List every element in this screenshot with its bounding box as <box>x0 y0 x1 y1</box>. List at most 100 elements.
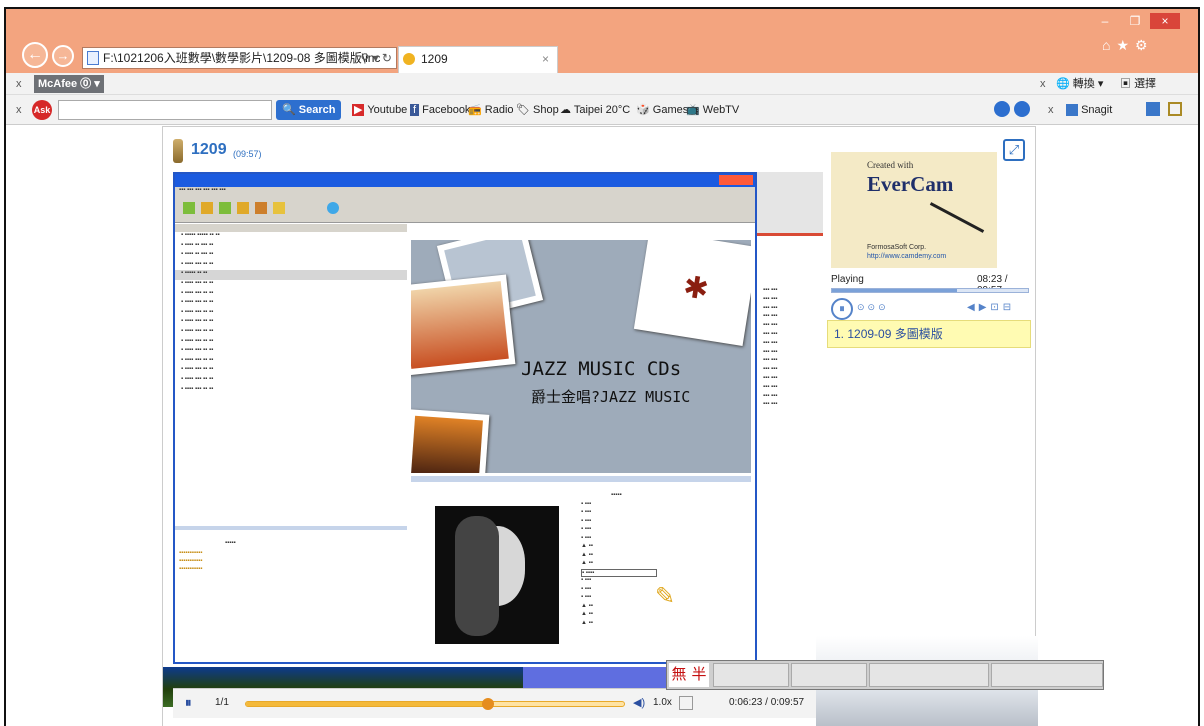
evercam-url: http://www.camdemy.com <box>867 253 947 260</box>
jazz-title: JAZZ MUSIC CDs <box>521 358 682 380</box>
ask-search-input[interactable] <box>58 100 272 120</box>
inner-toolbar <box>175 197 755 223</box>
link-games[interactable]: 🎲 Games <box>636 101 688 119</box>
inner-tool-icon <box>237 202 249 214</box>
link-shop[interactable]: 🏷 Shop <box>516 101 559 119</box>
playing-status: Playing <box>831 274 864 285</box>
add-icon[interactable] <box>994 101 1010 117</box>
toolbar2-right-close-icon[interactable]: x <box>1048 101 1054 119</box>
forward-button[interactable]: → <box>52 45 74 67</box>
progress-knob[interactable] <box>481 698 494 710</box>
play-pause-button[interactable]: ⏸ <box>185 695 192 711</box>
volume-icon[interactable]: ◀) <box>633 696 645 709</box>
restore-button[interactable]: ❐ <box>1120 13 1150 29</box>
file-list-header <box>175 224 407 232</box>
side-progress-bar[interactable] <box>831 288 1029 293</box>
select-button[interactable]: ▣ 選擇 <box>1120 75 1156 93</box>
address-text: F:\1021206入班數學\數學影片\1209-08 多圖模版\inc <box>103 51 381 65</box>
link-radio[interactable]: 📻 Radio <box>468 101 514 119</box>
toolbar-close-icon[interactable]: x <box>16 75 22 93</box>
link-youtube-label: Youtube <box>367 104 408 116</box>
translate-label: 轉換 <box>1072 78 1095 90</box>
file-size-column: ▪▪▪ ▪▪▪ ▪▪▪ ▪▪▪ ▪▪▪ ▪▪▪ ▪▪▪ ▪▪▪ ▪▪▪ ▪▪▪ ▪▪▪ ▪… <box>757 172 823 664</box>
transport-buttons[interactable]: ⊙⊙⊙ <box>857 302 889 313</box>
ime-char-ban[interactable]: 半 <box>689 663 709 687</box>
page-content: 1209 (09:57) ⤢ ▪▪▪ ▪▪▪ ▪▪▪ ▪▪▪ ▪▪▪ ▪▪▪ ▪… <box>6 126 1198 726</box>
evercam-corp: FormosaSoft Corp. <box>867 244 927 251</box>
photo-deer: ✱ <box>633 240 751 346</box>
link-webtv[interactable]: 📺 WebTV <box>686 101 739 119</box>
search-button[interactable]: 🔍 Search <box>276 100 342 120</box>
album-cover <box>435 506 559 644</box>
speed-label[interactable]: 1.0x <box>653 697 672 708</box>
ime-slot <box>713 663 789 687</box>
guitar-icon <box>173 139 183 163</box>
back-button[interactable]: ← <box>22 42 48 68</box>
evercam-created-text: Created with <box>867 160 914 170</box>
elapsed-time: 0:06:23 / 0:09:57 <box>729 697 805 708</box>
inner-tool-icon <box>201 202 213 214</box>
snagit-capture-icon[interactable] <box>1146 102 1160 116</box>
evercam-logo: Created with EverCam FormosaSoft Corp. h… <box>831 152 997 268</box>
mcafee-label: McAfee <box>38 78 78 90</box>
link-weather[interactable]: ☁ Taipei 20°C <box>560 101 630 119</box>
link-radio-label: Radio <box>484 104 514 116</box>
progress-track[interactable] <box>245 698 625 710</box>
jazz-subtitle: 爵士金唱?JAZZ MUSIC <box>531 388 691 406</box>
snagit-button[interactable]: Snagit <box>1066 101 1112 119</box>
inner-menubar: ▪▪▪ ▪▪▪ ▪▪▪ ▪▪▪ ▪▪▪ ▪▪▪ <box>175 187 755 197</box>
photo-autumn <box>411 274 516 376</box>
select-label: 選擇 <box>1134 78 1157 90</box>
toolbar2-close-icon[interactable]: x <box>16 101 22 119</box>
title-bar: – ❐ × ⌂★⚙ ← → F:\1021206入班數學\數學影片\1209-0… <box>6 9 1198 73</box>
translate-button[interactable]: 🌐 轉換 ▾ <box>1056 75 1103 93</box>
ime-slot <box>991 663 1103 687</box>
pause-button[interactable]: ⏸ <box>831 298 853 320</box>
page-count: 1/1 <box>215 697 229 708</box>
jazz-preview: ✱ JAZZ MUSIC CDs 爵士金唱?JAZZ MUSIC <box>411 240 751 473</box>
mcafee-button[interactable]: McAfee ⓪ ▾ <box>34 75 104 93</box>
ask-toolbar: x Ask 🔍 Search ▶ Youtube f Facebook 📻 Ra… <box>6 95 1198 125</box>
close-window-button[interactable]: × <box>1150 13 1180 29</box>
link-facebook-label: Facebook <box>422 104 471 116</box>
snagit-editor-icon[interactable] <box>1168 102 1182 116</box>
volume-controls[interactable]: ◀▶⊡⊟ <box>967 302 1015 313</box>
tab-close-icon[interactable]: × <box>542 47 549 71</box>
ime-bar: 無 半 <box>666 660 1104 690</box>
link-youtube[interactable]: ▶ Youtube <box>352 101 407 119</box>
album-panel: ▪▪▪▪▪ ▪ ▪▪▪ ▪ ▪▪▪ ▪ ▪▪▪ ▪ ▪▪▪ ▪ ▪▪▪ ▲ ▪▪ ▲ ▪▪ ▲ … <box>411 476 751 652</box>
chapter-item[interactable]: 1. 1209-09 多圖模版 <box>827 320 1031 348</box>
snagit-label: Snagit <box>1081 104 1113 116</box>
ime-char-wu[interactable]: 無 <box>669 663 689 687</box>
player-side-panel: Created with EverCam FormosaSoft Corp. h… <box>827 152 1031 670</box>
right-close-icon[interactable]: x <box>1040 75 1046 93</box>
page-icon <box>87 51 99 65</box>
tab-title: 1209 <box>421 52 448 66</box>
recorded-screen: ▪▪▪ ▪▪▪ ▪▪▪ ▪▪▪ ▪▪▪ ▪▪▪ ▪ ▪▪▪▪▪ ▪▪▪▪▪ ▪▪… <box>173 172 757 664</box>
browser-window: – ❐ × ⌂★⚙ ← → F:\1021206入班數學\數學影片\1209-0… <box>4 7 1200 726</box>
link-shop-label: Shop <box>533 104 559 116</box>
evercam-brand: EverCam <box>867 172 954 196</box>
inner-tool-icon <box>273 202 285 214</box>
photo-sunset <box>411 409 490 473</box>
ask-logo-icon: Ask <box>32 100 52 120</box>
inner-tool-icon <box>327 202 339 214</box>
link-facebook[interactable]: f Facebook <box>410 101 470 119</box>
attachment-panel: ▪▪▪▪▪ ▪▪▪▪▪▪▪▪▪▪▪ ▪▪▪▪▪▪▪▪▪▪▪ ▪▪▪▪▪▪▪▪▪▪… <box>175 526 407 656</box>
inner-window-controls <box>719 175 753 185</box>
baton-icon <box>929 202 985 233</box>
player-duration-small: (09:57) <box>233 149 262 159</box>
search-circle-icon[interactable] <box>1014 101 1030 117</box>
screen-icon[interactable] <box>679 696 693 710</box>
file-list: ▪ ▪▪▪▪▪ ▪▪▪▪▪ ▪▪ ▪▪ ▪ ▪▪▪▪ ▪▪ ▪▪▪ ▪▪ ▪ ▪▪▪… <box>175 232 407 452</box>
home-star-gear-icons[interactable]: ⌂★⚙ <box>1102 37 1154 54</box>
inner-tool-icon <box>255 202 267 214</box>
address-bar[interactable]: F:\1021206入班數學\數學影片\1209-08 多圖模版\inc ⚲ ▾… <box>82 47 397 69</box>
tab-1209[interactable]: 1209 × <box>398 46 558 73</box>
mcafee-toolbar: x McAfee ⓪ ▾ x 🌐 轉換 ▾ ▣ 選擇 <box>6 73 1198 95</box>
ime-slot <box>869 663 989 687</box>
search-refresh-icons[interactable]: ⚲ ▾ ↻ <box>360 48 392 68</box>
inner-tool-icon <box>183 202 195 214</box>
minimize-button[interactable]: – <box>1090 13 1120 29</box>
link-webtv-label: WebTV <box>702 104 740 116</box>
